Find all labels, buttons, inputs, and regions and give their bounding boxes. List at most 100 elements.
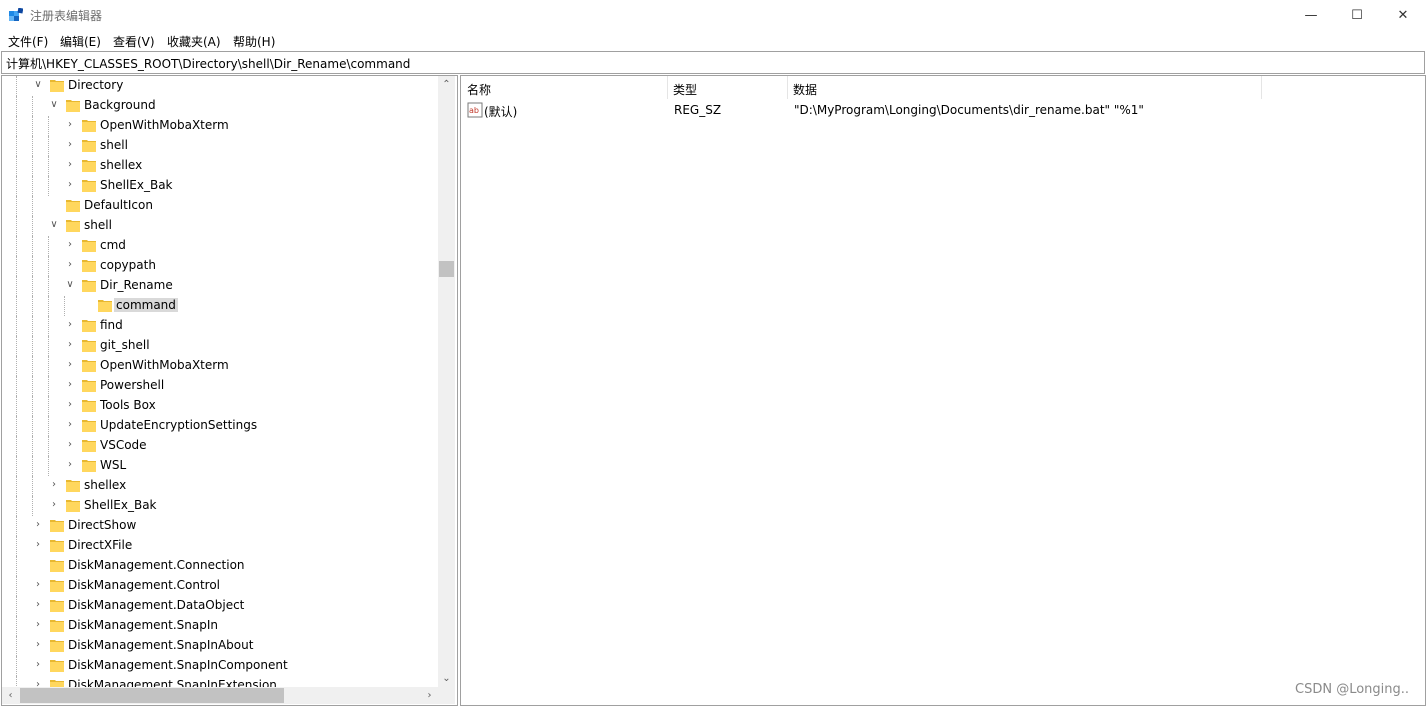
folder-icon	[50, 580, 64, 592]
chevron-down-icon[interactable]: ∨	[64, 279, 76, 291]
tree-item[interactable]: › OpenWithMobaXterm	[2, 116, 438, 136]
tree-item[interactable]: › DiskManagement.SnapInComponent	[2, 656, 438, 676]
tree-item-label: ShellEx_Bak	[84, 498, 157, 512]
folder-icon	[50, 660, 64, 672]
tree-guide-line	[32, 416, 33, 436]
scroll-up-arrow-icon[interactable]: ⌃	[438, 76, 455, 93]
tree-item[interactable]: › DiskManagement.DataObject	[2, 596, 438, 616]
tree-guide-line	[16, 316, 17, 336]
chevron-right-icon[interactable]: ›	[32, 579, 44, 591]
menu-help[interactable]: 帮助(H)	[233, 33, 275, 50]
menu-view[interactable]: 查看(V)	[113, 33, 155, 50]
minimize-button[interactable]: —	[1288, 0, 1334, 30]
chevron-right-icon[interactable]: ›	[64, 159, 76, 171]
chevron-right-icon[interactable]: ›	[48, 479, 60, 491]
chevron-right-icon[interactable]: ›	[64, 339, 76, 351]
column-header-type[interactable]: 类型	[667, 76, 787, 99]
chevron-down-icon[interactable]: ∨	[48, 219, 60, 231]
tree-item-label: Dir_Rename	[100, 278, 173, 292]
chevron-right-icon[interactable]: ›	[32, 659, 44, 671]
tree-item[interactable]: › DiskManagement.SnapIn	[2, 616, 438, 636]
chevron-right-icon[interactable]: ›	[64, 439, 76, 451]
column-separator[interactable]	[1261, 76, 1262, 99]
chevron-right-icon[interactable]: ›	[64, 459, 76, 471]
chevron-right-icon[interactable]: ›	[64, 119, 76, 131]
chevron-right-icon[interactable]: ›	[32, 599, 44, 611]
menu-edit[interactable]: 编辑(E)	[60, 33, 101, 50]
tree-item[interactable]: › shellex	[2, 156, 438, 176]
tree-item[interactable]: › shellex	[2, 476, 438, 496]
value-list[interactable]: 名称 类型 数据 ab (默认) REG_SZ "D:\MyProgram\Lo…	[460, 75, 1426, 706]
tree-item[interactable]: ∨ Dir_Rename	[2, 276, 438, 296]
tree-guide-line	[16, 436, 17, 456]
tree-item[interactable]: ∨ Directory	[2, 76, 438, 96]
close-button[interactable]: ✕	[1380, 0, 1426, 30]
tree-guide-line	[32, 276, 33, 296]
scroll-right-arrow-icon[interactable]: ›	[421, 687, 438, 704]
address-path[interactable]: 计算机\HKEY_CLASSES_ROOT\Directory\shell\Di…	[6, 55, 410, 72]
tree-vertical-scrollbar[interactable]: ⌃ ⌄	[438, 76, 455, 687]
tree-item[interactable]: › DirectShow	[2, 516, 438, 536]
tree-item[interactable]: › VSCode	[2, 436, 438, 456]
folder-icon	[82, 360, 96, 372]
address-bar[interactable]: 计算机\HKEY_CLASSES_ROOT\Directory\shell\Di…	[1, 51, 1425, 74]
chevron-right-icon[interactable]: ›	[32, 639, 44, 651]
tree-item[interactable]: › shell	[2, 136, 438, 156]
tree-item[interactable]: › OpenWithMobaXterm	[2, 356, 438, 376]
tree-item[interactable]: › find	[2, 316, 438, 336]
scroll-down-arrow-icon[interactable]: ⌄	[438, 670, 455, 687]
chevron-right-icon[interactable]: ›	[32, 619, 44, 631]
tree-horizontal-scroll-thumb[interactable]	[20, 688, 284, 703]
tree-item[interactable]: DefaultIcon	[2, 196, 438, 216]
tree-item[interactable]: › Powershell	[2, 376, 438, 396]
column-header-data[interactable]: 数据	[787, 76, 1261, 99]
chevron-right-icon[interactable]: ›	[64, 419, 76, 431]
tree-guide-line	[16, 376, 17, 396]
menu-favorites[interactable]: 收藏夹(A)	[167, 33, 221, 50]
folder-icon	[82, 460, 96, 472]
tree-item[interactable]: › DiskManagement.SnapInAbout	[2, 636, 438, 656]
tree-vertical-scroll-thumb[interactable]	[439, 261, 454, 277]
folder-icon	[82, 420, 96, 432]
key-tree[interactable]: ∨ Directory ∨ Background › OpenWithMobaXterm ›…	[1, 75, 458, 706]
tree-item[interactable]: DiskManagement.Connection	[2, 556, 438, 576]
folder-icon	[66, 480, 80, 492]
tree-item-label: UpdateEncryptionSettings	[100, 418, 258, 432]
tree-guide-line	[32, 336, 33, 356]
tree-item[interactable]: ∨ shell	[2, 216, 438, 236]
chevron-right-icon[interactable]: ›	[64, 259, 76, 271]
chevron-down-icon[interactable]: ∨	[48, 99, 60, 111]
chevron-right-icon[interactable]: ›	[64, 239, 76, 251]
chevron-right-icon[interactable]: ›	[64, 379, 76, 391]
tree-item-label: OpenWithMobaXterm	[100, 118, 229, 132]
tree-item[interactable]: command	[2, 296, 438, 316]
tree-item[interactable]: › ShellEx_Bak	[2, 496, 438, 516]
tree-item[interactable]: › copypath	[2, 256, 438, 276]
tree-item-label: DiskManagement.SnapInAbout	[68, 638, 254, 652]
tree-item[interactable]: ∨ Background	[2, 96, 438, 116]
tree-horizontal-scrollbar[interactable]: ‹ ›	[2, 687, 438, 704]
chevron-right-icon[interactable]: ›	[32, 519, 44, 531]
column-header-name[interactable]: 名称	[461, 76, 667, 99]
tree-item[interactable]: › Tools Box	[2, 396, 438, 416]
tree-item[interactable]: › git_shell	[2, 336, 438, 356]
chevron-right-icon[interactable]: ›	[64, 359, 76, 371]
tree-item[interactable]: › WSL	[2, 456, 438, 476]
tree-guide-line	[32, 96, 33, 116]
tree-item[interactable]: › DirectXFile	[2, 536, 438, 556]
scroll-left-arrow-icon[interactable]: ‹	[2, 687, 19, 704]
tree-item-label: VSCode	[100, 438, 147, 452]
maximize-button[interactable]: ☐	[1334, 0, 1380, 30]
chevron-right-icon[interactable]: ›	[64, 319, 76, 331]
tree-item[interactable]: › DiskManagement.Control	[2, 576, 438, 596]
chevron-right-icon[interactable]: ›	[64, 179, 76, 191]
tree-item[interactable]: › cmd	[2, 236, 438, 256]
menu-file[interactable]: 文件(F)	[8, 33, 48, 50]
chevron-down-icon[interactable]: ∨	[32, 79, 44, 91]
chevron-right-icon[interactable]: ›	[48, 499, 60, 511]
chevron-right-icon[interactable]: ›	[32, 539, 44, 551]
tree-item[interactable]: › ShellEx_Bak	[2, 176, 438, 196]
chevron-right-icon[interactable]: ›	[64, 399, 76, 411]
tree-item[interactable]: › UpdateEncryptionSettings	[2, 416, 438, 436]
chevron-right-icon[interactable]: ›	[64, 139, 76, 151]
